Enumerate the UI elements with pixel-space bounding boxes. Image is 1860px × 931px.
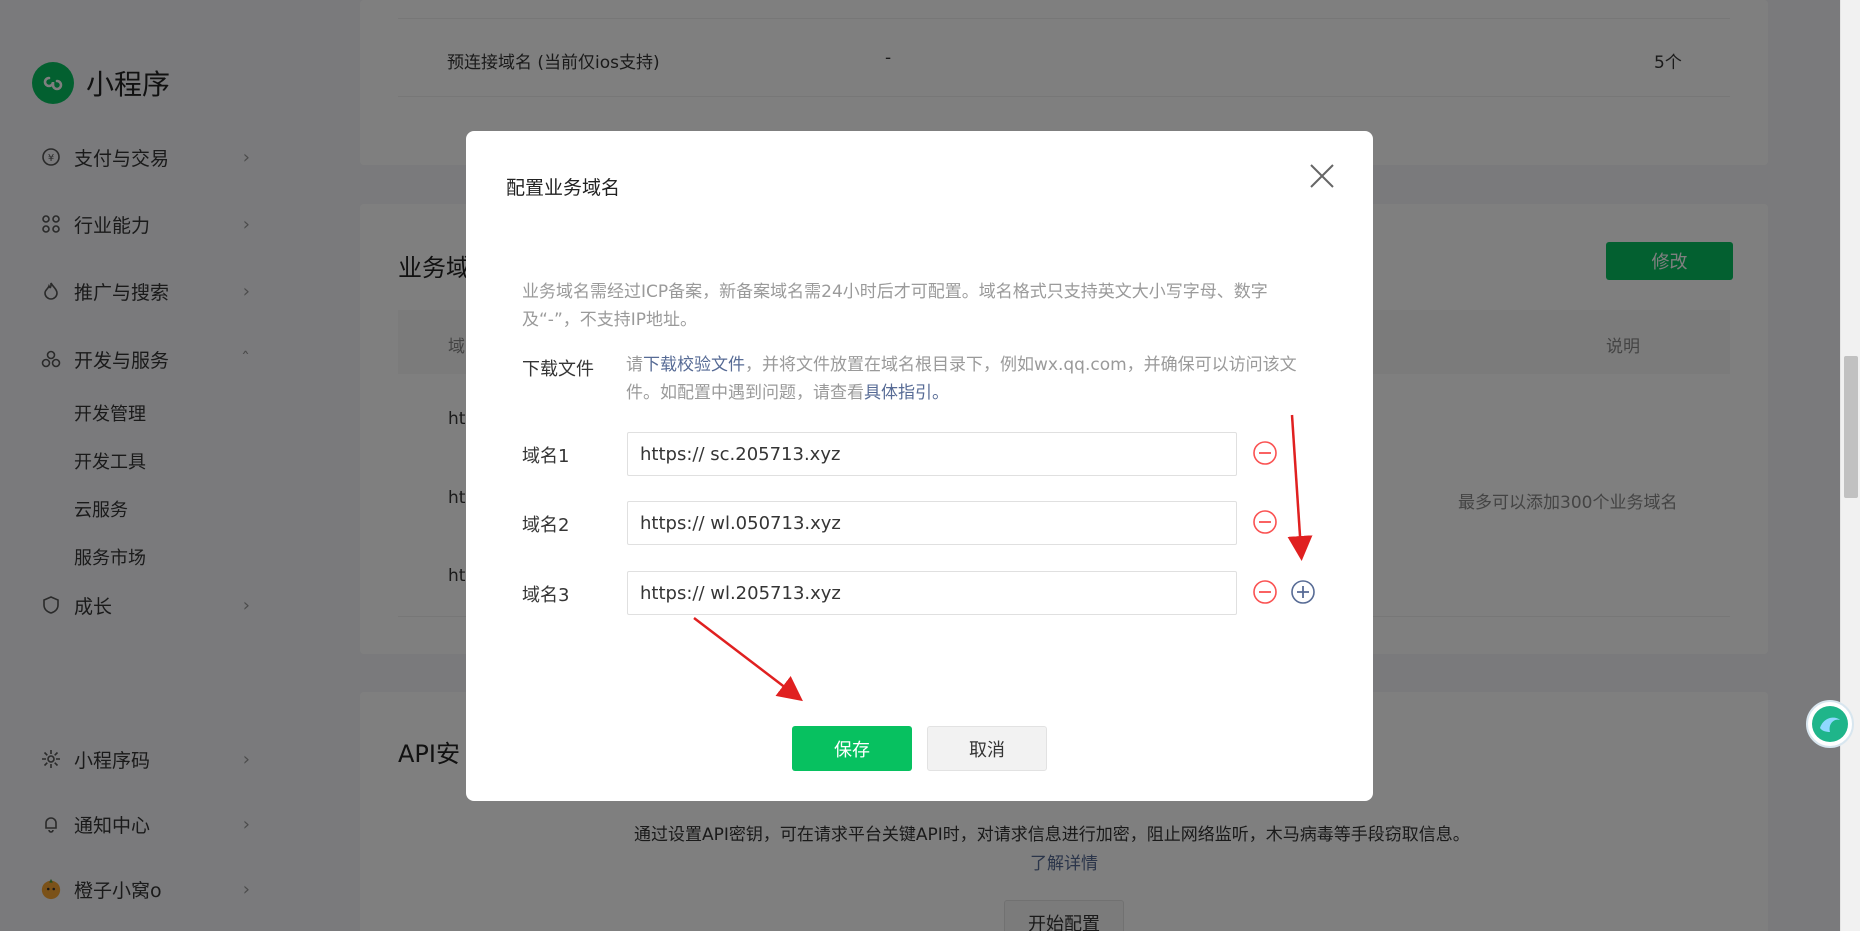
domain2-input[interactable] [640,512,1236,534]
download-file-label: 下载文件 [522,359,594,380]
domain3-input[interactable] [640,582,1236,604]
domain2-field[interactable] [627,501,1237,545]
remove-domain3-icon[interactable] [1252,579,1278,605]
guide-link[interactable]: 具体指引。 [864,383,949,403]
close-icon[interactable] [1307,161,1337,191]
domain1-label: 域名1 [522,446,570,467]
assistant-float-button[interactable] [1806,700,1854,748]
cancel-button[interactable]: 取消 [927,726,1047,771]
domain2-label: 域名2 [522,515,570,536]
domain1-input[interactable] [640,443,1236,465]
add-domain-icon[interactable] [1290,579,1316,605]
arrow-to-save-button [693,617,803,702]
domain-tip: 业务域名需经过ICP备案，新备案域名需24小时后才可配置。域名格式只支持英文大小… [522,282,1268,330]
remove-domain2-icon[interactable] [1252,509,1278,535]
domain1-field[interactable] [627,432,1237,476]
download-verify-file-link[interactable]: 下载校验文件 [643,355,745,375]
download-pre-text: 请 [626,355,643,375]
dialog-title: 配置业务域名 [506,177,621,199]
domain3-label: 域名3 [522,585,570,606]
download-instructions: 请下载校验文件，并将文件放置在域名根目录下，例如wx.qq.com，并确保可以访… [626,351,1326,407]
domain3-field[interactable] [627,571,1237,615]
scrollbar-thumb[interactable] [1844,356,1858,498]
configure-domain-dialog: 配置业务域名 业务域名需经过ICP备案，新备案域名需24小时后才可配置。域名格式… [466,131,1373,801]
assistant-icon [1812,706,1848,742]
save-button[interactable]: 保存 [792,726,912,771]
arrow-to-add-icon [1287,414,1313,561]
remove-domain1-icon[interactable] [1252,440,1278,466]
page-scrollbar[interactable] [1840,0,1860,931]
